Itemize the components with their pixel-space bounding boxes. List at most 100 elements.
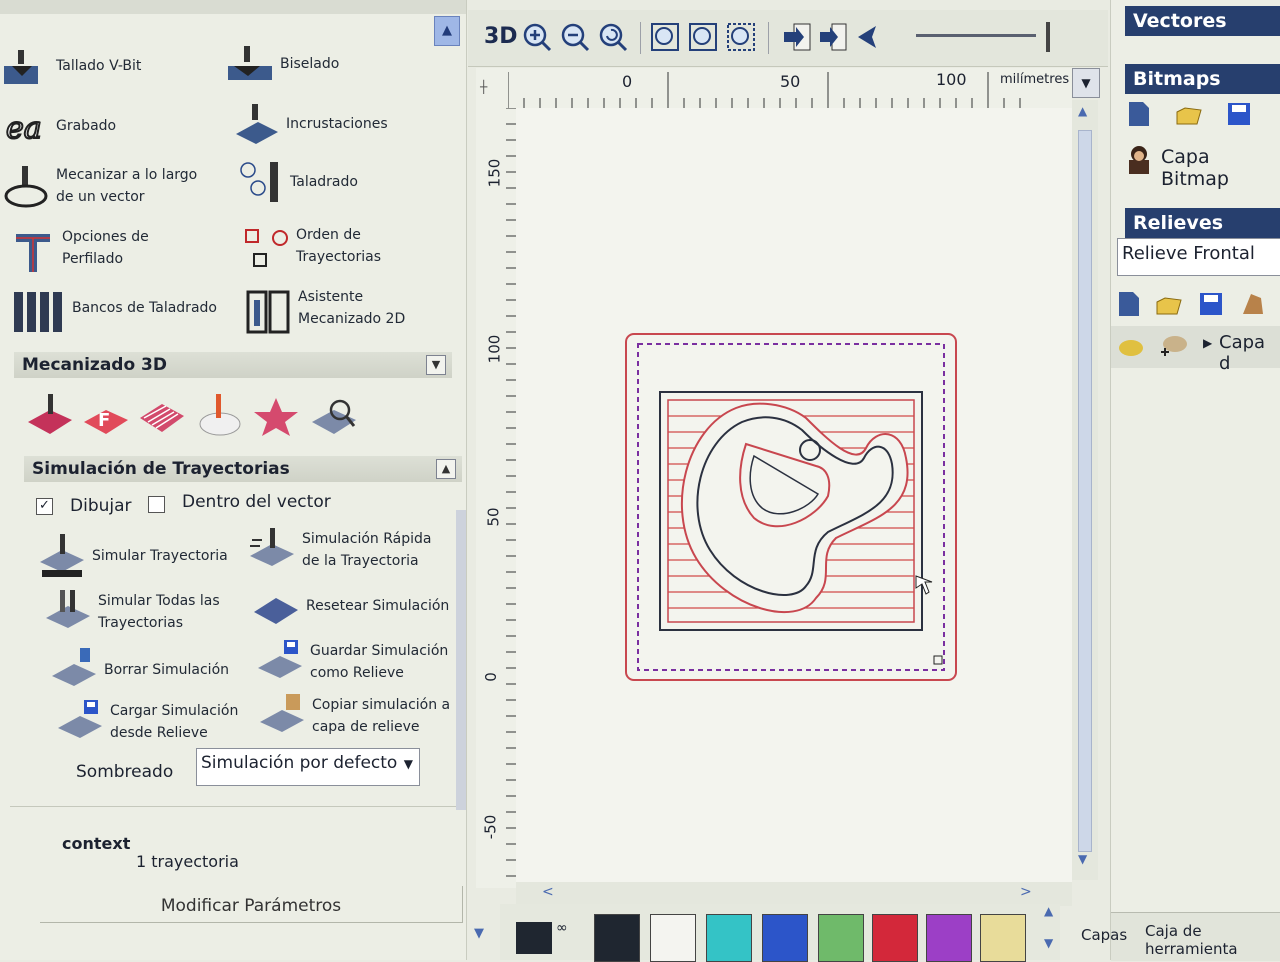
save-relief-icon[interactable] xyxy=(1197,290,1225,318)
vscroll-thumb[interactable] xyxy=(1078,130,1092,852)
sim-borrar[interactable]: Borrar Simulación xyxy=(50,648,229,692)
3d-preview-icon[interactable] xyxy=(310,392,358,438)
vectores-header[interactable]: Vectores xyxy=(1125,6,1280,36)
3d-finishing-icon[interactable]: F xyxy=(82,392,130,438)
tool-label: Tallado V-Bit xyxy=(56,58,142,74)
sim-simulacion-rapida[interactable]: Simulación Rápida de la Trayectoria xyxy=(248,528,431,572)
sim-simular-todas[interactable]: Simular Todas las Trayectorias xyxy=(44,590,220,634)
3d-roughing-icon[interactable] xyxy=(26,392,74,438)
zoom-slider-track[interactable] xyxy=(916,34,1036,37)
zoom-previous-icon[interactable] xyxy=(598,22,628,52)
open-folder-icon[interactable] xyxy=(1175,100,1203,128)
simulate-icon xyxy=(38,534,86,578)
sombreado-select[interactable]: Simulación por defecto ▼ xyxy=(196,748,420,786)
color-swatch[interactable] xyxy=(926,914,972,962)
scroll-right-icon[interactable]: > xyxy=(1020,884,1032,900)
relief-tool-icon[interactable] xyxy=(1239,290,1267,318)
panel-scroll-up[interactable]: ▲ xyxy=(434,16,460,46)
sim-guardar[interactable]: Guardar Simulación como Relieve xyxy=(256,640,448,684)
dibujar-checkbox[interactable]: ✓ xyxy=(36,498,53,515)
bevel-icon xyxy=(228,44,274,84)
zoom-out-icon[interactable] xyxy=(560,22,590,52)
zoom-extents-icon[interactable] xyxy=(650,22,680,52)
open-relief-icon[interactable] xyxy=(1155,290,1183,318)
tool-taladrado[interactable]: Taladrado xyxy=(238,162,358,202)
3d-star-icon[interactable] xyxy=(252,392,300,438)
vbit-icon xyxy=(4,46,50,86)
zoom-slider-handle[interactable] xyxy=(1046,22,1050,52)
color-swatch[interactable] xyxy=(872,914,918,962)
collapse-sim-button[interactable]: ▲ xyxy=(436,459,456,479)
tool-biselado[interactable]: Biselado xyxy=(228,44,339,84)
capa-bitmap-label[interactable]: Capa Bitmap xyxy=(1161,146,1280,190)
sombreado-label: Sombreado xyxy=(76,762,174,782)
3d-cut-icon[interactable] xyxy=(194,392,242,438)
tool-bancos-taladrado[interactable]: Bancos de Taladrado xyxy=(10,288,217,332)
palette-scroll-down[interactable]: ▼ xyxy=(1044,936,1053,950)
collapse-3d-button[interactable]: ▼ xyxy=(426,355,446,375)
tool-orden-trayectorias[interactable]: Orden de Trayectorias xyxy=(244,224,381,268)
expand-arrow-icon[interactable]: ▶ xyxy=(1203,336,1212,350)
back-icon[interactable] xyxy=(854,22,884,52)
tool-opciones-perfilado[interactable]: Opciones de Perfilado xyxy=(10,226,149,272)
divider xyxy=(10,806,462,807)
view-3d-button[interactable]: 3D xyxy=(484,24,518,49)
palette-link-icon[interactable] xyxy=(516,922,552,954)
scroll-down-icon[interactable]: ▼ xyxy=(1078,852,1087,866)
modificar-parametros-button[interactable]: Modificar Parámetros xyxy=(40,886,463,923)
right-panel: Vectores Bitmaps Capa Bitmap Relieves Re… xyxy=(1081,0,1280,961)
new-relief-icon[interactable] xyxy=(1115,290,1143,318)
bitmaps-header[interactable]: Bitmaps xyxy=(1125,64,1280,94)
new-layer-icon[interactable] xyxy=(1125,100,1153,128)
canvas-vscroll[interactable]: ▲ ▼ xyxy=(1072,100,1098,880)
color-swatch[interactable] xyxy=(980,914,1026,962)
dentro-vector-checkbox[interactable] xyxy=(148,496,165,513)
toolbar-separator xyxy=(768,22,769,54)
sim-label: Borrar Simulación xyxy=(104,662,230,678)
capa-label: Capa d xyxy=(1219,332,1266,374)
import-icon[interactable] xyxy=(782,22,812,52)
tool-asistente-2d[interactable]: Asistente Mecanizado 2D xyxy=(246,286,405,334)
tool-grabado[interactable]: ea Grabado xyxy=(4,106,116,147)
zoom-in-icon[interactable] xyxy=(522,22,552,52)
color-swatch[interactable] xyxy=(818,914,864,962)
color-swatch[interactable] xyxy=(706,914,752,962)
bitmaps-title: Bitmaps xyxy=(1133,68,1221,90)
vector-machine-icon xyxy=(4,166,50,208)
scroll-up-icon[interactable]: ▲ xyxy=(1078,104,1087,118)
color-swatch[interactable] xyxy=(594,914,640,962)
tab-capas[interactable]: Capas xyxy=(1081,926,1127,944)
add-layer-icon[interactable] xyxy=(1157,330,1187,358)
sim-copiar[interactable]: Copiar simulación a capa de relieve xyxy=(258,694,450,738)
tab-caja-herramientas[interactable]: Caja de herramienta xyxy=(1145,922,1280,958)
save-icon[interactable] xyxy=(1225,100,1253,128)
tool-mecanizar-vector[interactable]: Mecanizar a lo largo de un vector xyxy=(4,164,197,208)
scroll-left-icon[interactable]: < xyxy=(542,884,554,900)
sim-cargar[interactable]: Cargar Simulación desde Relieve xyxy=(56,700,238,744)
color-swatch[interactable] xyxy=(762,914,808,962)
tool-tallado-v-bit[interactable]: Tallado V-Bit xyxy=(4,46,141,86)
units-dropdown[interactable]: ▼ xyxy=(1072,68,1100,98)
ruler-tick-label: 150 xyxy=(485,158,504,188)
sim-resetear[interactable]: Resetear Simulación xyxy=(252,584,449,628)
relieve-select[interactable]: Relieve Frontal xyxy=(1117,238,1280,276)
scroll-down-icon[interactable]: ▼ xyxy=(474,926,484,941)
3d-raster-icon[interactable] xyxy=(138,392,186,438)
zoom-selection-icon[interactable] xyxy=(726,22,756,52)
section-mecanizado-3d[interactable]: Mecanizado 3D ▼ xyxy=(14,352,452,378)
relieves-header[interactable]: Relieves xyxy=(1125,208,1280,238)
ruler-corner-icon[interactable]: ┼ xyxy=(480,80,487,94)
drawing-canvas[interactable] xyxy=(516,108,1072,888)
left-panel-scrollbar[interactable] xyxy=(456,510,466,810)
export-icon[interactable] xyxy=(818,22,848,52)
color-swatch[interactable] xyxy=(650,914,696,962)
zoom-material-icon[interactable] xyxy=(688,22,718,52)
palette-scroll-up[interactable]: ▲ xyxy=(1044,904,1053,918)
canvas-hscroll[interactable]: < > xyxy=(516,882,1072,906)
ruler-top: ┼ 0 50 100 milímetres xyxy=(476,68,1072,109)
copy-sim-icon xyxy=(258,694,306,738)
ruler-tick-label: 0 xyxy=(622,72,633,91)
section-simulacion[interactable]: Simulación de Trayectorias ▲ xyxy=(24,456,462,482)
sim-simular-trayectoria[interactable]: Simular Trayectoria xyxy=(38,534,228,578)
tool-incrustaciones[interactable]: Incrustaciones xyxy=(234,104,388,144)
